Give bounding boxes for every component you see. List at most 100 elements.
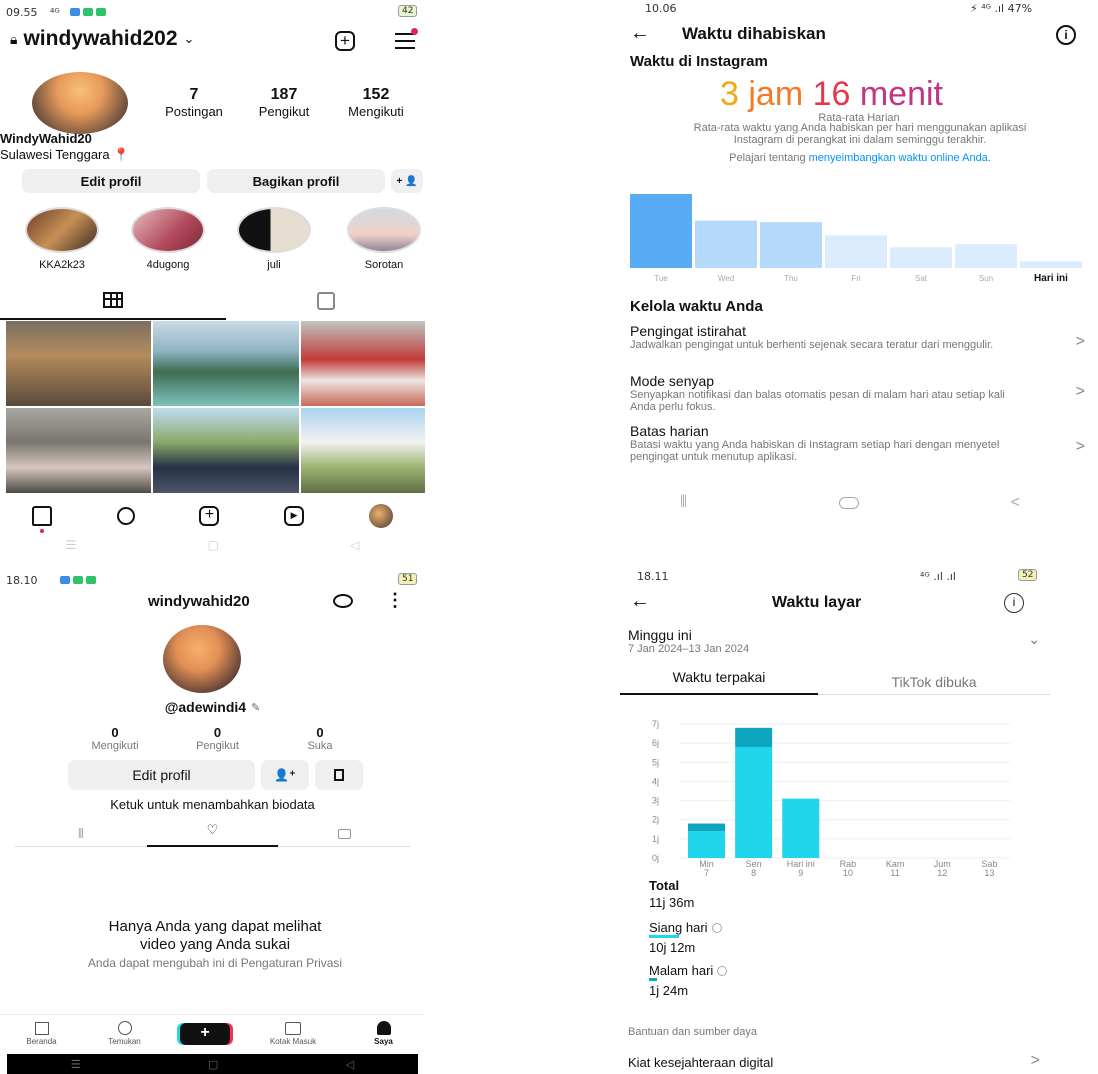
highlight-cover [237, 207, 311, 253]
bookmark-icon [334, 769, 344, 781]
create-button[interactable]: + [180, 1022, 230, 1045]
highlight-kka2k23[interactable]: KKA2k23 [22, 207, 102, 271]
bottom-nav: Beranda Temukan + Kotak Masuk Saya [0, 1014, 425, 1052]
status-right: ⚡ ⁴ᴳ .ıl 47% [970, 2, 1033, 15]
post-thumbnail[interactable] [153, 408, 299, 493]
night-bar [688, 823, 725, 832]
profile-avatar-icon[interactable] [368, 504, 393, 528]
share-profile-button[interactable]: Bagikan profil [207, 169, 385, 193]
add-user-icon: 👤⁺ [274, 768, 296, 782]
info-icon[interactable] [717, 965, 728, 976]
back-icon[interactable]: ◁ [350, 538, 359, 552]
profile-avatar[interactable] [32, 72, 128, 134]
battery-indicator: 42 [398, 5, 418, 17]
x-tick-date: 11 [890, 868, 899, 877]
info-icon[interactable]: i [1004, 593, 1024, 613]
bottom-nav: + ▶ [0, 498, 425, 534]
post-thumbnail[interactable] [6, 408, 151, 493]
stat-following[interactable]: 152 Mengikuti [330, 86, 422, 119]
usage-bar [1020, 261, 1082, 268]
tab-videos[interactable]: ⦀ [15, 826, 147, 842]
tab-tagged[interactable] [226, 288, 425, 320]
reels-icon[interactable]: ▶ [284, 506, 305, 526]
highlight-4dugong[interactable]: 4dugong [128, 207, 208, 271]
nav-inbox[interactable]: Kotak Masuk [258, 1021, 328, 1046]
stat-followers[interactable]: 187 Pengikut [238, 86, 330, 119]
recent-apps-icon[interactable]: ☰ [71, 1058, 81, 1071]
post-thumbnail[interactable] [301, 408, 425, 493]
tab-time-spent[interactable]: Waktu terpakai [620, 669, 818, 695]
profile-avatar[interactable] [163, 625, 241, 693]
lock-icon: 🔒︎ [10, 30, 18, 47]
night-legend: Malam hari [649, 963, 728, 978]
description-text: Rata-rata waktu yang Anda habiskan per h… [693, 122, 1027, 146]
y-tick-label: 0j [652, 853, 659, 863]
username-switcher[interactable]: 🔒︎ windywahid202 ⌄ [10, 27, 194, 51]
highlight-sorotan[interactable]: Sorotan [344, 207, 424, 271]
page-title: Waktu layar [772, 594, 862, 611]
create-post-icon[interactable]: + [335, 31, 355, 51]
home-square-icon[interactable]: ▢ [208, 538, 219, 552]
recent-apps-icon[interactable]: ☰ [66, 538, 77, 552]
status-right: ⁴ᴳ .ıl .ıl [920, 570, 956, 583]
tab-private[interactable] [278, 823, 410, 844]
discover-people-button[interactable]: + 👤 [391, 169, 423, 193]
stat-likes[interactable]: 0 Suka [285, 725, 355, 752]
daytime-value: 10j 12m [649, 940, 696, 955]
learn-more-link[interactable]: menyeimbangkan waktu online Anda [809, 152, 988, 164]
post-thumbnail[interactable] [301, 321, 425, 406]
day-label: Hari ini [1034, 273, 1068, 284]
home-icon [34, 1021, 49, 1035]
edit-pencil-icon[interactable]: ✎ [251, 701, 260, 714]
info-icon[interactable]: i [1056, 25, 1076, 45]
recent-apps-icon[interactable]: ⦀ [680, 494, 687, 512]
search-icon[interactable] [116, 507, 135, 525]
y-tick-label: 5j [652, 757, 659, 767]
edit-profile-button[interactable]: Edit profil [22, 169, 200, 193]
create-icon[interactable]: + [199, 506, 220, 526]
tab-grid[interactable] [0, 288, 226, 320]
back-arrow-icon[interactable]: ← [630, 22, 650, 45]
nav-home[interactable]: Beranda [14, 1021, 69, 1046]
profile-handle[interactable]: @adewindi4 ✎ [0, 699, 425, 715]
bio-hint[interactable]: Ketuk untuk menambahkan biodata [0, 797, 425, 812]
home-pill-icon[interactable] [838, 497, 859, 509]
stat-followers[interactable]: 0 Pengikut [183, 725, 253, 752]
back-arrow-icon[interactable]: ← [630, 590, 650, 613]
empty-state-title: Hanya Anda yang dapat melihat video yang… [108, 918, 322, 953]
info-icon[interactable] [711, 922, 722, 933]
stat-following[interactable]: 0 Mengikuti [80, 725, 150, 752]
day-label: Sun [979, 274, 993, 283]
tagged-icon [316, 292, 335, 310]
screen-time-chart: 7j 6j 5j 4j 3j 2j 1j 0j Min 7 Sen 8 Hari ini 9 Rab 10 Ka… [620, 712, 1040, 877]
post-thumbnail[interactable] [6, 321, 151, 406]
chevron-down-icon: ⌄ [183, 31, 195, 46]
bookmark-button[interactable] [315, 760, 363, 790]
night-swatch [649, 978, 657, 981]
tab-liked[interactable]: ♡ [146, 821, 279, 847]
home-icon[interactable] [32, 506, 53, 533]
daily-limit-item[interactable]: Batas harian Batasi waktu yang Anda habi… [630, 423, 1085, 463]
more-options-icon[interactable]: ⋮ [386, 590, 404, 611]
highlight-juli[interactable]: juli [234, 207, 314, 271]
learn-more-text: Pelajari tentang menyeimbangkan waktu on… [729, 152, 991, 164]
back-icon[interactable]: < [1011, 494, 1020, 512]
status-time: 10.06 [645, 2, 677, 15]
eye-icon[interactable] [333, 594, 353, 608]
stat-posts[interactable]: 7 Postingan [150, 86, 238, 119]
home-square-icon[interactable]: ▢ [208, 1058, 218, 1071]
nav-me[interactable]: Saya [356, 1021, 411, 1046]
edit-profile-button[interactable]: Edit profil [68, 760, 255, 790]
post-thumbnail[interactable] [153, 321, 299, 406]
menu-icon[interactable] [395, 28, 418, 49]
week-selector[interactable]: Minggu ini 7 Jan 2024–13 Jan 2024 ⌄ [628, 627, 1040, 655]
add-friends-button[interactable]: 👤⁺ [261, 760, 309, 790]
break-reminder-item[interactable]: Pengingat istirahat Jadwalkan pengingat … [630, 323, 1085, 351]
tab-app-opened[interactable]: TikTok dibuka [818, 674, 1050, 690]
night-value: 1j 24m [649, 983, 689, 998]
digital-wellbeing-link[interactable]: Kiat kesejahteraan digital > [628, 1052, 1040, 1072]
chevron-right-icon: > [1030, 1052, 1040, 1069]
nav-discover[interactable]: Temukan [97, 1021, 152, 1046]
quiet-mode-item[interactable]: Mode senyap Senyapkan notifikasi dan bal… [630, 373, 1085, 413]
back-icon[interactable]: ◁ [346, 1058, 354, 1071]
